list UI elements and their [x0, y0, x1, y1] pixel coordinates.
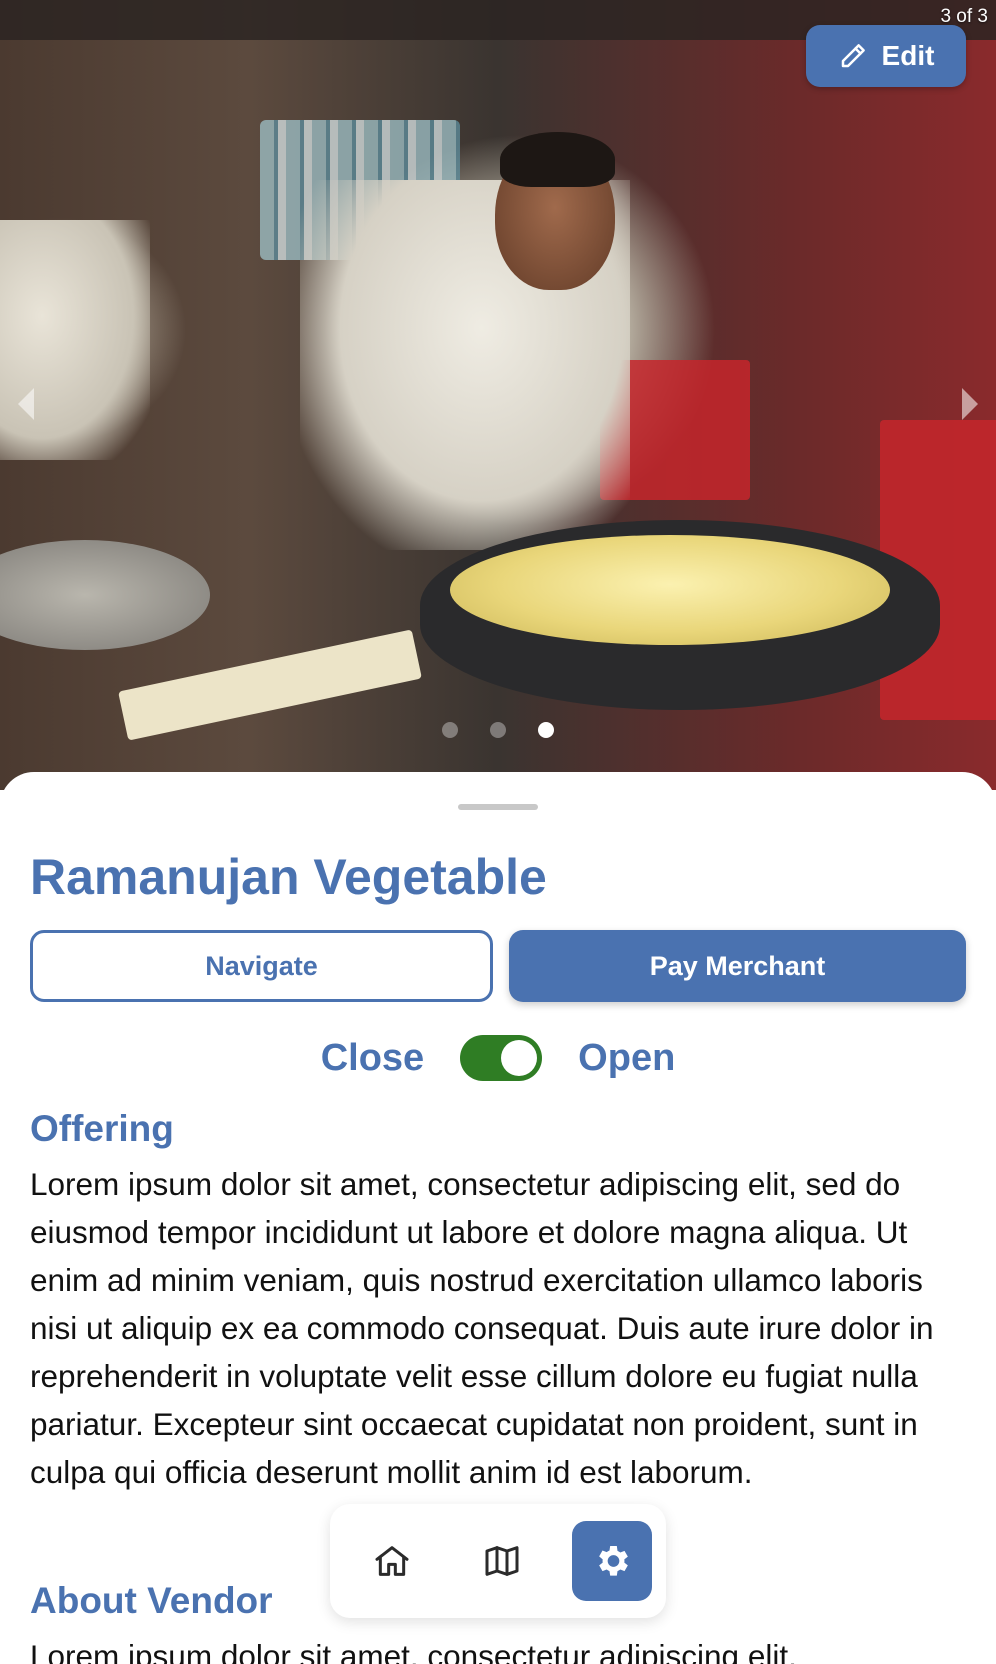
home-icon [375, 1546, 409, 1576]
map-icon [485, 1546, 519, 1576]
photo-detail [0, 540, 210, 650]
open-close-toggle[interactable] [460, 1035, 543, 1081]
pay-merchant-button[interactable]: Pay Merchant [509, 930, 966, 1002]
toggle-knob [501, 1040, 538, 1076]
carousel-dot[interactable] [490, 722, 506, 738]
open-status-row: Close Open [0, 1028, 996, 1088]
photo-detail [450, 535, 890, 645]
carousel-indicator [0, 722, 996, 738]
pencil-icon [841, 44, 865, 68]
navigate-button[interactable]: Navigate [30, 930, 493, 1002]
open-label: Open [578, 1036, 676, 1079]
vendor-name: Ramanujan Vegetable [30, 849, 547, 905]
gear-icon [599, 1546, 628, 1576]
edit-button[interactable]: Edit [806, 25, 966, 87]
offering-text: Lorem ipsum dolor sit amet, consectetur … [30, 1166, 934, 1490]
about-vendor-text: Lorem ipsum dolor sit amet, consectetur … [30, 1638, 797, 1664]
vendor-photo-carousel[interactable]: 3 of 3 Edit [0, 0, 996, 790]
photo-detail [500, 132, 615, 187]
nav-map[interactable] [462, 1521, 542, 1601]
offering-heading: Offering [30, 1108, 174, 1149]
about-vendor-heading: About Vendor [30, 1580, 273, 1621]
close-label: Close [320, 1036, 425, 1079]
edit-button-label: Edit [881, 40, 935, 71]
nav-home[interactable] [352, 1521, 432, 1601]
carousel-dot-active[interactable] [538, 722, 554, 738]
bottom-nav [330, 1504, 666, 1618]
chevron-left-icon[interactable] [18, 388, 34, 420]
chevron-right-icon[interactable] [962, 388, 978, 420]
nav-settings[interactable] [572, 1521, 652, 1601]
sheet-drag-handle[interactable] [458, 804, 538, 810]
carousel-dot[interactable] [442, 722, 458, 738]
photo-detail [0, 220, 150, 460]
action-buttons: Navigate Pay Merchant [30, 930, 966, 1002]
